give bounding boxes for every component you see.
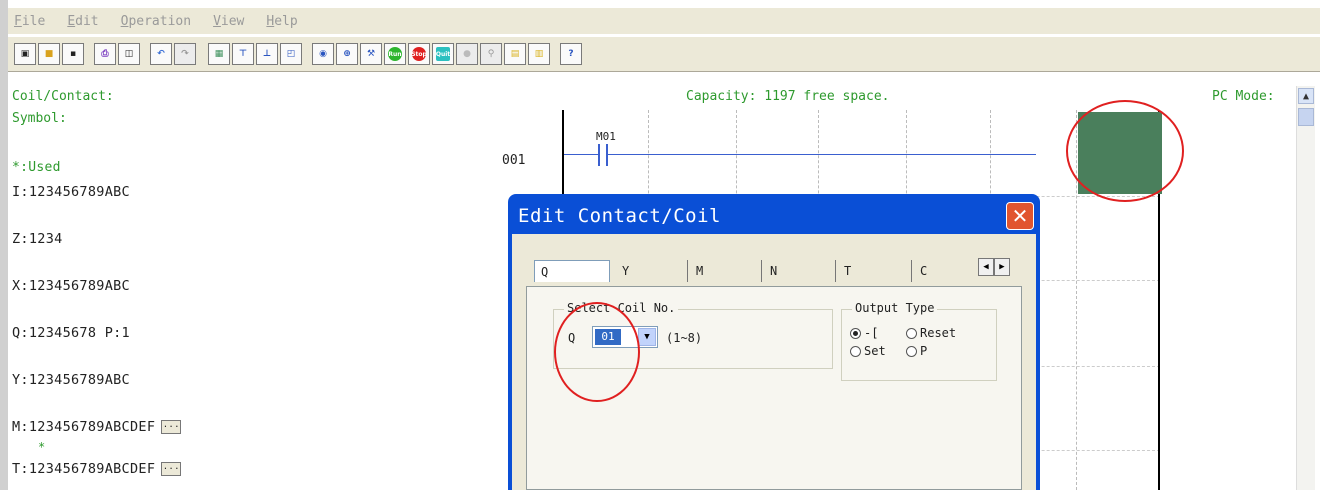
write-icon[interactable]: ⊕ [336, 43, 358, 65]
stop-label: Stop [411, 47, 427, 61]
tab-t[interactable]: T [838, 260, 912, 282]
print-icon[interactable]: ⎙ [94, 43, 116, 65]
highlight-circle [1066, 100, 1184, 202]
radio-checked-icon [850, 328, 861, 339]
preview-icon[interactable]: ◫ [118, 43, 140, 65]
contact-symbol-right [606, 144, 608, 166]
radio-icon [906, 346, 917, 357]
undo-icon[interactable]: ↶ [150, 43, 172, 65]
open-icon[interactable]: ■ [38, 43, 60, 65]
more-t-button[interactable]: ... [161, 462, 182, 476]
page2-icon[interactable]: ▥ [528, 43, 550, 65]
tab-q[interactable]: Q [534, 260, 610, 282]
ladder-icon[interactable]: ▦ [208, 43, 230, 65]
option-set-label: Set [864, 344, 886, 358]
menu-edit[interactable]: Edit [67, 14, 98, 29]
option-reset-label: Reset [920, 326, 957, 340]
quit-icon[interactable]: Quit [432, 43, 454, 65]
tab-c[interactable]: C [914, 260, 966, 282]
quit-label: Quit [436, 47, 450, 61]
contact-symbol[interactable] [598, 144, 600, 166]
run-icon[interactable]: Run [384, 43, 406, 65]
pc-mode-label: PC Mode: [1212, 89, 1275, 104]
memory-line-m-text: M:123456789ABCDEF [12, 419, 156, 435]
rung-number: 001 [502, 153, 526, 168]
dialog-title: Edit Contact/Coil [518, 205, 721, 227]
stop-icon[interactable]: Stop [408, 43, 430, 65]
menu-bar: File Edit Operation View Help [8, 8, 1320, 34]
memory-line-x: X:123456789ABC [12, 278, 130, 294]
memory-line-y: Y:123456789ABC [12, 372, 130, 388]
page-icon[interactable]: ▤ [504, 43, 526, 65]
scroll-up-icon[interactable]: ▲ [1298, 88, 1314, 104]
tab-scroll-left-icon[interactable]: ◀ [978, 258, 994, 276]
record-icon[interactable]: ● [456, 43, 478, 65]
more-m-button[interactable]: ... [161, 420, 182, 434]
memory-line-m: M:123456789ABCDEF... [12, 419, 182, 435]
radio-icon [906, 328, 917, 339]
delete-line-icon[interactable]: ⊥ [256, 43, 278, 65]
toolbar: ▣ ■ ▪ ⎙ ◫ ↶ ↷ ▦ ⊤ ⊥ ◰ ◉ ⊕ ⚒ Run Stop Qui… [8, 36, 1320, 72]
option-p-label: P [920, 344, 928, 358]
tab-y[interactable]: Y [616, 260, 688, 282]
capacity-label: Capacity: 1197 free space. [686, 89, 890, 104]
vertical-scrollbar[interactable]: ▲ [1296, 86, 1315, 490]
rung-wire [564, 154, 598, 155]
memory-line-t-text: T:123456789ABCDEF [12, 461, 156, 477]
used-legend: *:Used [12, 160, 61, 175]
redo-icon[interactable]: ↷ [174, 43, 196, 65]
monitor-icon[interactable]: ⚲ [480, 43, 502, 65]
option-reset[interactable]: Reset [906, 326, 956, 340]
coil-range: (1~8) [666, 331, 703, 345]
option-coil[interactable]: -[ [850, 326, 878, 340]
symbol-icon[interactable]: ◰ [280, 43, 302, 65]
option-p[interactable]: P [906, 344, 927, 358]
output-type-group: Output Type -[ Reset Set P [841, 301, 997, 381]
save-icon[interactable]: ▪ [62, 43, 84, 65]
radio-icon [850, 346, 861, 357]
tab-m[interactable]: M [690, 260, 762, 282]
help-icon[interactable]: ? [560, 43, 582, 65]
tab-scroll-right-icon[interactable]: ▶ [994, 258, 1010, 276]
close-icon[interactable]: ✕ [1006, 202, 1034, 230]
symbol-label: Symbol: [12, 111, 67, 126]
rung-wire [608, 154, 1036, 155]
connect-icon[interactable]: ◉ [312, 43, 334, 65]
coil-contact-label: Coil/Contact: [12, 89, 114, 104]
highlight-circle [554, 302, 640, 402]
contact-label: M01 [596, 130, 616, 143]
menu-view[interactable]: View [213, 14, 244, 29]
menu-help[interactable]: Help [266, 14, 297, 29]
memory-line-q: Q:12345678 P:1 [12, 325, 130, 341]
scroll-thumb[interactable] [1298, 108, 1314, 126]
insert-line-icon[interactable]: ⊤ [232, 43, 254, 65]
option-set[interactable]: Set [850, 344, 886, 358]
memory-line-i: I:123456789ABC [12, 184, 130, 200]
used-star: * [38, 440, 46, 454]
new-icon[interactable]: ▣ [14, 43, 36, 65]
window-left-edge [0, 0, 8, 490]
run-label: Run [388, 47, 402, 61]
option-coil-label: -[ [864, 326, 879, 340]
chevron-down-icon[interactable]: ▼ [638, 328, 656, 346]
menu-file[interactable]: File [14, 14, 45, 29]
output-type-title: Output Type [852, 301, 938, 315]
memory-line-t: T:123456789ABCDEF... [12, 461, 182, 477]
tab-n[interactable]: N [764, 260, 836, 282]
menu-operation[interactable]: Operation [121, 14, 191, 29]
memory-line-z: Z:1234 [12, 231, 63, 247]
tool-icon[interactable]: ⚒ [360, 43, 382, 65]
